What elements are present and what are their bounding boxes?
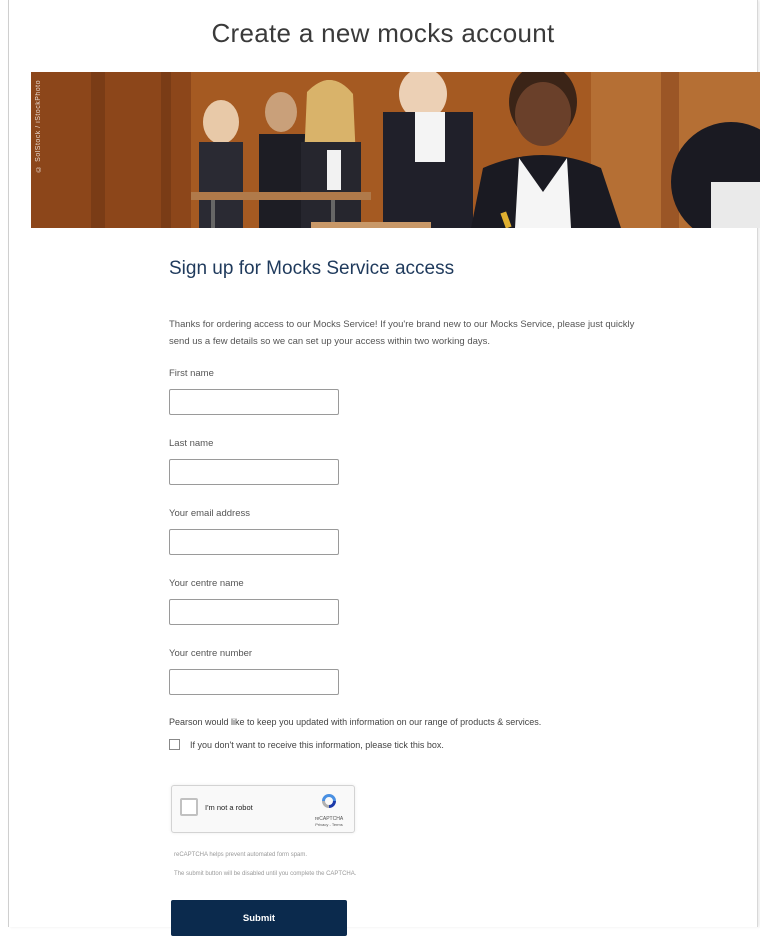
marketing-consent-text: Pearson would like to keep you updated w…	[169, 717, 542, 727]
first-name-field[interactable]	[169, 389, 339, 415]
recaptcha-logo: reCAPTCHA Privacy - Terms	[312, 792, 346, 827]
centre-name-field[interactable]	[169, 599, 339, 625]
recaptcha-links[interactable]: Privacy - Terms	[312, 822, 346, 827]
centre-number-label: Your centre number	[169, 648, 253, 659]
optout-label: If you don't want to receive this inform…	[190, 739, 444, 750]
email-field[interactable]	[169, 529, 339, 555]
optout-row: If you don't want to receive this inform…	[169, 739, 444, 750]
hero-image: © SolStock / iStockPhoto	[31, 72, 760, 228]
recaptcha-note: reCAPTCHA helps prevent automated form s…	[174, 852, 308, 858]
form-heading: Sign up for Mocks Service access	[169, 258, 455, 279]
recaptcha-icon	[322, 794, 336, 808]
email-label: Your email address	[169, 508, 250, 519]
submit-button[interactable]: Submit	[171, 900, 347, 936]
first-name-label: First name	[169, 368, 214, 379]
form-intro: Thanks for ordering access to our Mocks …	[169, 319, 635, 347]
classroom-illustration	[31, 72, 760, 228]
page-frame: Create a new mocks account © SolStock / …	[8, 0, 760, 936]
page-title: Create a new mocks account	[211, 18, 555, 48]
hero-credit: © SolStock / iStockPhoto	[35, 80, 42, 172]
last-name-label: Last name	[169, 438, 214, 449]
recaptcha-checkbox[interactable]	[180, 798, 198, 816]
recaptcha-label: I'm not a robot	[205, 803, 253, 812]
optout-checkbox[interactable]	[169, 739, 180, 750]
centre-name-label: Your centre name	[169, 578, 244, 589]
submit-note: The submit button will be disabled until…	[174, 871, 357, 877]
last-name-field[interactable]	[169, 459, 339, 485]
recaptcha-widget: I'm not a robot reCAPTCHA Privacy - Term…	[171, 785, 355, 833]
centre-number-field[interactable]	[169, 669, 339, 695]
